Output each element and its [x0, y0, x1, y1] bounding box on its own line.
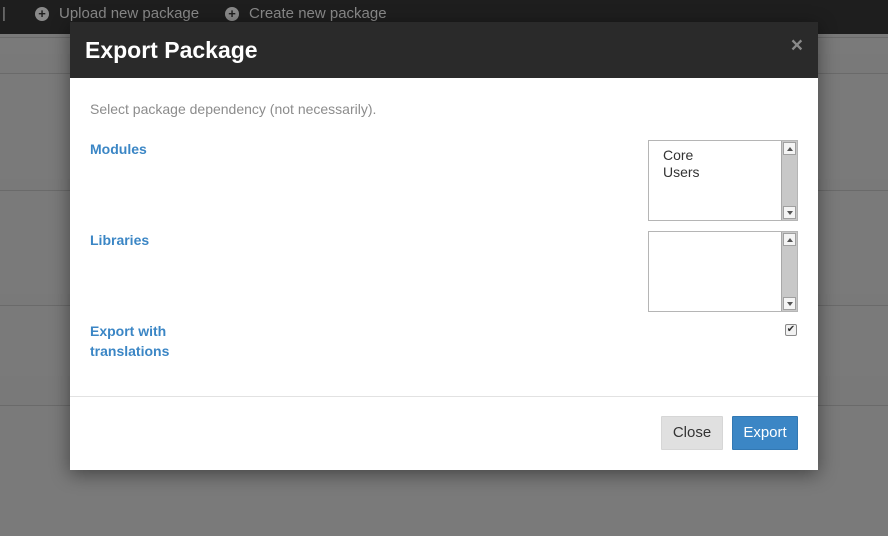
scroll-up-icon[interactable]	[783, 142, 796, 155]
navbar-separator: |	[2, 5, 6, 22]
modal-header: Export Package ×	[70, 22, 818, 78]
plus-circle-icon: +	[35, 6, 49, 21]
create-package-link[interactable]: + Create new package	[225, 5, 387, 22]
scroll-down-icon[interactable]	[783, 206, 796, 219]
upload-package-link[interactable]: + Upload new package	[35, 5, 199, 22]
modules-select[interactable]: Core Users	[648, 140, 798, 221]
libraries-scrollbar[interactable]	[781, 232, 797, 311]
modules-label: Modules	[90, 141, 147, 157]
export-translations-checkbox[interactable]: ✔	[785, 324, 797, 336]
modal-title: Export Package	[85, 37, 258, 63]
scroll-up-icon[interactable]	[783, 233, 796, 246]
create-package-label: Create new package	[249, 5, 387, 22]
plus-circle-icon: +	[225, 6, 239, 21]
close-icon[interactable]: ×	[791, 34, 803, 58]
upload-package-label: Upload new package	[59, 5, 200, 22]
close-button[interactable]: Close	[661, 416, 723, 450]
libraries-select[interactable]	[648, 231, 798, 312]
scroll-down-icon[interactable]	[783, 297, 796, 310]
dependency-hint: Select package dependency (not necessari…	[90, 101, 377, 117]
export-translations-label-line1: Export with	[90, 323, 167, 339]
modal-body: Select package dependency (not necessari…	[70, 78, 818, 396]
modules-scrollbar[interactable]	[781, 141, 797, 220]
modules-options: Core Users	[663, 147, 700, 181]
export-translations-label: Export with translations	[90, 321, 169, 361]
module-option[interactable]: Users	[663, 164, 700, 181]
checkmark-icon: ✔	[786, 324, 796, 335]
export-package-modal: Export Package × Select package dependen…	[70, 22, 818, 470]
export-button[interactable]: Export	[732, 416, 798, 450]
modal-footer: Close Export	[70, 396, 818, 470]
libraries-label: Libraries	[90, 232, 150, 248]
export-translations-label-line2: translations	[90, 343, 170, 359]
module-option[interactable]: Core	[663, 147, 700, 164]
